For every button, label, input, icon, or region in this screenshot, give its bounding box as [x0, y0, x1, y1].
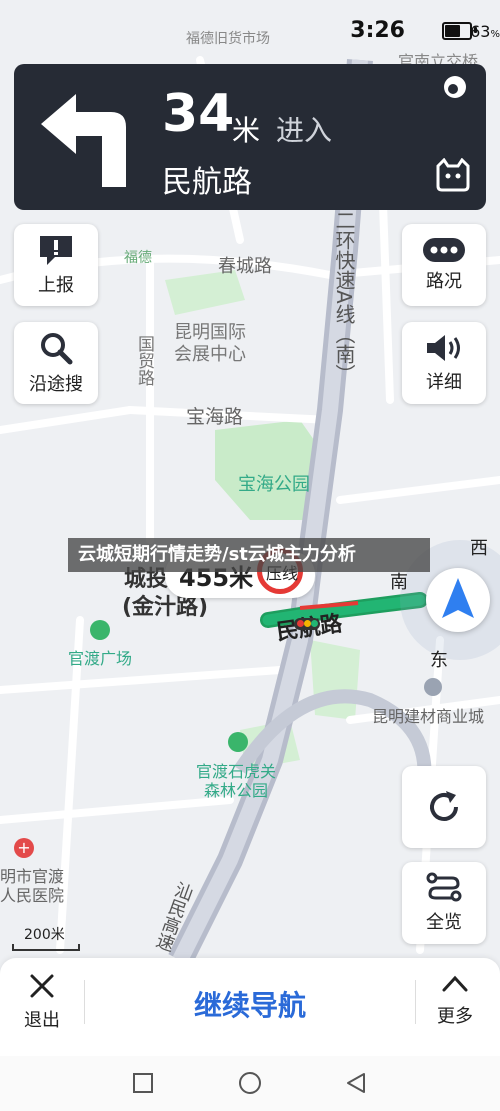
exit-label: 退出 [24, 1010, 60, 1031]
voice-detail-button[interactable]: 详细 [402, 322, 486, 404]
navigation-arrow-icon [442, 578, 474, 618]
traffic-icon [423, 238, 465, 262]
close-icon [30, 974, 54, 998]
back-icon[interactable] [344, 1071, 368, 1095]
route-overview-icon [426, 872, 462, 902]
vehicle-position-puck [426, 568, 490, 632]
status-bar: 3:26 63% [0, 0, 500, 60]
search-along-button[interactable]: 沿途搜 [14, 322, 98, 404]
traffic-button[interactable]: 路况 [402, 224, 486, 306]
continue-navigation-button[interactable]: 继续导航 [150, 984, 350, 1024]
park-poi-marker[interactable] [90, 620, 110, 640]
exit-button[interactable]: 退出 [14, 972, 70, 1032]
traffic-label: 路况 [426, 271, 462, 292]
traffic-light-icon [294, 618, 320, 630]
report-icon [40, 236, 72, 265]
map-scale: 200米 [12, 924, 80, 951]
scale-label: 200米 [24, 927, 65, 943]
home-icon[interactable] [238, 1071, 262, 1095]
overlay-banner: 云城短期行情走势/st云城主力分析 [68, 538, 430, 572]
assistant-avatar-icon[interactable] [434, 158, 472, 192]
search-along-label: 沿途搜 [29, 374, 83, 395]
overview-label: 全览 [426, 912, 462, 933]
battery-icon [442, 22, 472, 40]
search-icon [41, 333, 73, 365]
battery-percent: 63% [470, 22, 500, 41]
chevron-up-icon [442, 975, 468, 992]
overview-button[interactable]: 全览 [402, 862, 486, 944]
speaker-icon [427, 335, 460, 361]
distance-unit: 米 [232, 114, 261, 147]
report-label: 上报 [38, 275, 74, 296]
recents-icon[interactable] [132, 1072, 154, 1094]
more-button[interactable]: 更多 [424, 972, 486, 1028]
hospital-poi-marker[interactable]: + [14, 838, 34, 858]
report-button[interactable]: 上报 [14, 224, 98, 306]
next-turn-distance: 34 [162, 84, 235, 144]
status-time: 3:26 [350, 18, 405, 43]
turn-left-arrow-icon [41, 94, 126, 187]
navigation-instruction-card[interactable]: 34 米 进入 民航路 [14, 64, 486, 210]
navigation-bottom-bar: 退出 继续导航 更多 [0, 958, 500, 1056]
turn-action: 进入 [276, 114, 333, 147]
mall-poi-marker[interactable] [424, 678, 442, 696]
recenter-button[interactable] [402, 766, 486, 848]
system-navigation-bar [0, 1056, 500, 1111]
voice-assistant-icon[interactable] [442, 74, 468, 100]
refresh-icon [430, 791, 458, 821]
voice-detail-label: 详细 [426, 372, 462, 393]
more-label: 更多 [437, 1006, 473, 1027]
next-road-name: 民航路 [162, 165, 252, 200]
forest-poi-marker[interactable] [228, 732, 248, 752]
